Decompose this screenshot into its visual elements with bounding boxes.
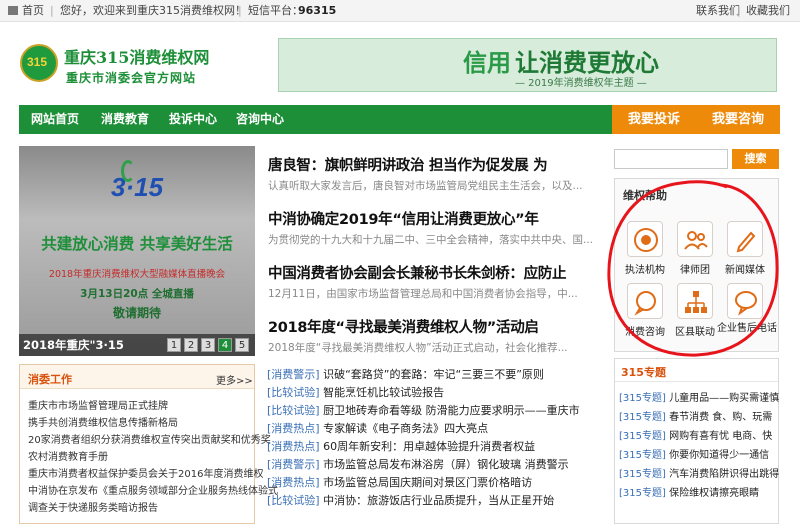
list-item[interactable]: 农村消费教育手册 <box>28 448 108 463</box>
315-logo-icon: 3·15 <box>107 160 167 216</box>
nav-item-home[interactable]: 网站首页 <box>31 105 79 134</box>
headline-2[interactable]: 中消协确定2019年“信用让消费更放心”年 <box>268 208 539 229</box>
slide-title: 共建放心消费 共享美好生活 <box>41 235 233 253</box>
headline-1-summary: 认真听取大家发言后，唐良智对市场监管局党组民主生活会，以及... <box>268 180 583 192</box>
news-item[interactable]: [消费警示] 识破“套路贷”的套路：牢记“三要三不要”原则 <box>267 366 544 382</box>
complain-button[interactable]: 我要投诉 <box>628 105 680 134</box>
list-item[interactable]: 重庆市消费者权益保护委员会关于2016年度消费维权 <box>28 465 263 480</box>
favorite-link[interactable]: 收藏我们 <box>746 0 790 22</box>
news-item[interactable]: [消费热点] 市场监管总局国庆期间对景区门票价格暗访 <box>267 474 532 490</box>
divider: | <box>737 4 741 17</box>
topic-item[interactable]: [315专题] 保险维权请擦亮眼睛 <box>619 484 759 499</box>
search-input[interactable] <box>614 149 728 169</box>
sms-number: 96315 <box>298 4 337 17</box>
topic-item[interactable]: [315专题] 汽车消费陷阱识得出跳得 <box>619 465 779 480</box>
logo-title[interactable]: 重庆315消费维权网 <box>64 44 209 68</box>
slide-event: 2018年重庆消费维权大型融媒体直播晚会 <box>48 269 226 280</box>
nav-item-complaint-center[interactable]: 投诉中心 <box>169 105 217 134</box>
consult-button[interactable]: 我要咨询 <box>712 105 764 134</box>
divider: | <box>50 4 54 17</box>
news-item[interactable]: [比较试验] 智能烹饪机比较试验报告 <box>267 384 444 400</box>
banner-headline-b: 让消费更放心 <box>515 49 659 77</box>
nav-item-consult-center[interactable]: 咨询中心 <box>236 105 284 134</box>
search-button[interactable]: 搜索 <box>732 149 779 169</box>
list-item[interactable]: 中消协在京发布《重点服务领域部分企业服务热线体验式 <box>28 482 278 497</box>
nav-item-education[interactable]: 消费教育 <box>101 105 149 134</box>
news-item[interactable]: [消费热点] 专家解读《电子商务法》四大亮点 <box>267 420 488 436</box>
news-item[interactable]: [消费警示] 市场监管总局发布淋浴房（屏）钢化玻璃 消费警示 <box>267 456 569 472</box>
slide-time: 3月13日20点 全城直播 <box>80 288 194 300</box>
slide-page-2[interactable]: 2 <box>184 338 198 352</box>
divider: | <box>238 4 242 17</box>
topic-item[interactable]: [315专题] 春节消费 食、购、玩需 <box>619 408 772 423</box>
banner-headline-a: 信用 <box>463 49 511 77</box>
top-bar: 首页 | 您好，欢迎来到重庆315消费维权网！ | 短信平台： 96315 联系… <box>0 0 800 22</box>
headline-3[interactable]: 中国消费者协会副会长兼秘书长朱剑桥：应防止 <box>268 262 567 283</box>
headline-4[interactable]: 2018年度“寻找最美消费维权人物”活动启 <box>268 316 539 337</box>
news-item[interactable]: [比较试验] 厨卫地砖寿命看等级 防滑能力应要求明示——重庆市 <box>267 402 580 418</box>
slide-caption[interactable]: 2018年重庆"3·15 <box>23 337 124 353</box>
contact-link[interactable]: 联系我们 <box>696 0 740 22</box>
topic-item[interactable]: [315专题] 你要你知道得少一通信 <box>619 446 769 461</box>
theme-banner[interactable]: 信用 让消费更放心 — 2019年消费维权年主题 — <box>278 38 777 92</box>
work-panel-title: 消委工作 <box>28 373 72 386</box>
work-panel: 消委工作 更多>> 重庆市市场监督管理局正式挂牌 携手共创消费维权信息传播新格局… <box>19 364 278 524</box>
list-item[interactable]: 重庆市市场监督管理局正式挂牌 <box>28 397 168 412</box>
topic-item[interactable]: [315专题] 网购有喜有忧 电商、快 <box>619 427 772 442</box>
slide-expect: 敬请期待 <box>112 306 161 320</box>
sms-label: 短信平台： <box>248 4 303 17</box>
list-item[interactable]: 携手共创消费维权信息传播新格局 <box>28 414 178 429</box>
banner-subtitle: — 2019年消费维权年主题 — <box>515 78 647 89</box>
main-nav: 网站首页 消费教育 投诉中心 咨询中心 <box>19 105 613 134</box>
logo-emblem[interactable]: 315 <box>20 44 58 82</box>
slide-page-3[interactable]: 3 <box>201 338 215 352</box>
right-column: 搜索 维权帮助 执法机构 律师团 新闻媒体 消费咨询 区县联动 企业售后电话 3… <box>607 146 780 524</box>
headline-3-summary: 12月11日，由国家市场监督管理总局和中国消费者协会指导，中... <box>268 288 578 300</box>
slide-page-4[interactable]: 4 <box>218 338 232 352</box>
help-panel: 维权帮助 执法机构 律师团 新闻媒体 消费咨询 区县联动 企业售后电话 <box>607 178 779 357</box>
topics-title[interactable]: 315专题 <box>621 364 666 380</box>
slide-caption-bar: 2018年重庆"3·15 1 2 3 4 5 <box>19 334 255 356</box>
topics-panel: 315专题 [315专题] 儿童用品——购买需谨慎 [315专题] 春节消费 食… <box>614 358 779 524</box>
logo-subtitle: 重庆市消委会官方网站 <box>66 71 197 85</box>
headline-4-summary: 2018年度“寻找最美消费维权人物”活动正式启动，社会化推荐... <box>268 342 568 354</box>
work-more-link[interactable]: 更多>> <box>216 372 253 387</box>
news-item[interactable]: [消费热点] 60周年新安利：用卓越体验提升消费者权益 <box>267 438 535 454</box>
divider <box>615 381 778 382</box>
action-nav: 我要投诉 我要咨询 <box>612 105 780 134</box>
news-list: [消费警示] 识破“套路贷”的套路：牢记“三要三不要”原则 [比较试验] 智能烹… <box>262 366 602 524</box>
highlight-circle-icon <box>607 180 779 357</box>
headline-2-summary: 为贯彻党的十九大和十九届二中、三中全会精神，落实中共中央、国... <box>268 234 594 246</box>
home-link[interactable]: 首页 <box>22 0 44 22</box>
home-icon[interactable] <box>8 6 18 15</box>
list-item[interactable]: 20家消费者组织分获消费维权宣传突出贡献奖和优秀奖 <box>28 431 271 446</box>
slide-page-1[interactable]: 1 <box>167 338 181 352</box>
headline-1[interactable]: 唐良智：旗帜鲜明讲政治 担当作为促发展 为 <box>268 154 548 175</box>
slideshow[interactable]: 3·15 共建放心消费 共享美好生活 2018年重庆消费维权大型融媒体直播晚会 … <box>19 146 255 356</box>
topic-item[interactable]: [315专题] 儿童用品——购买需谨慎 <box>619 389 779 404</box>
list-item[interactable]: 调查关于快递服务类暗访报告 <box>28 499 158 514</box>
news-item[interactable]: [比较试验] 中消协：旅游饭店行业品质提升，当从正星开始 <box>267 492 554 508</box>
welcome-text: 您好，欢迎来到重庆315消费维权网！ <box>60 4 246 17</box>
slide-page-5[interactable]: 5 <box>235 338 249 352</box>
